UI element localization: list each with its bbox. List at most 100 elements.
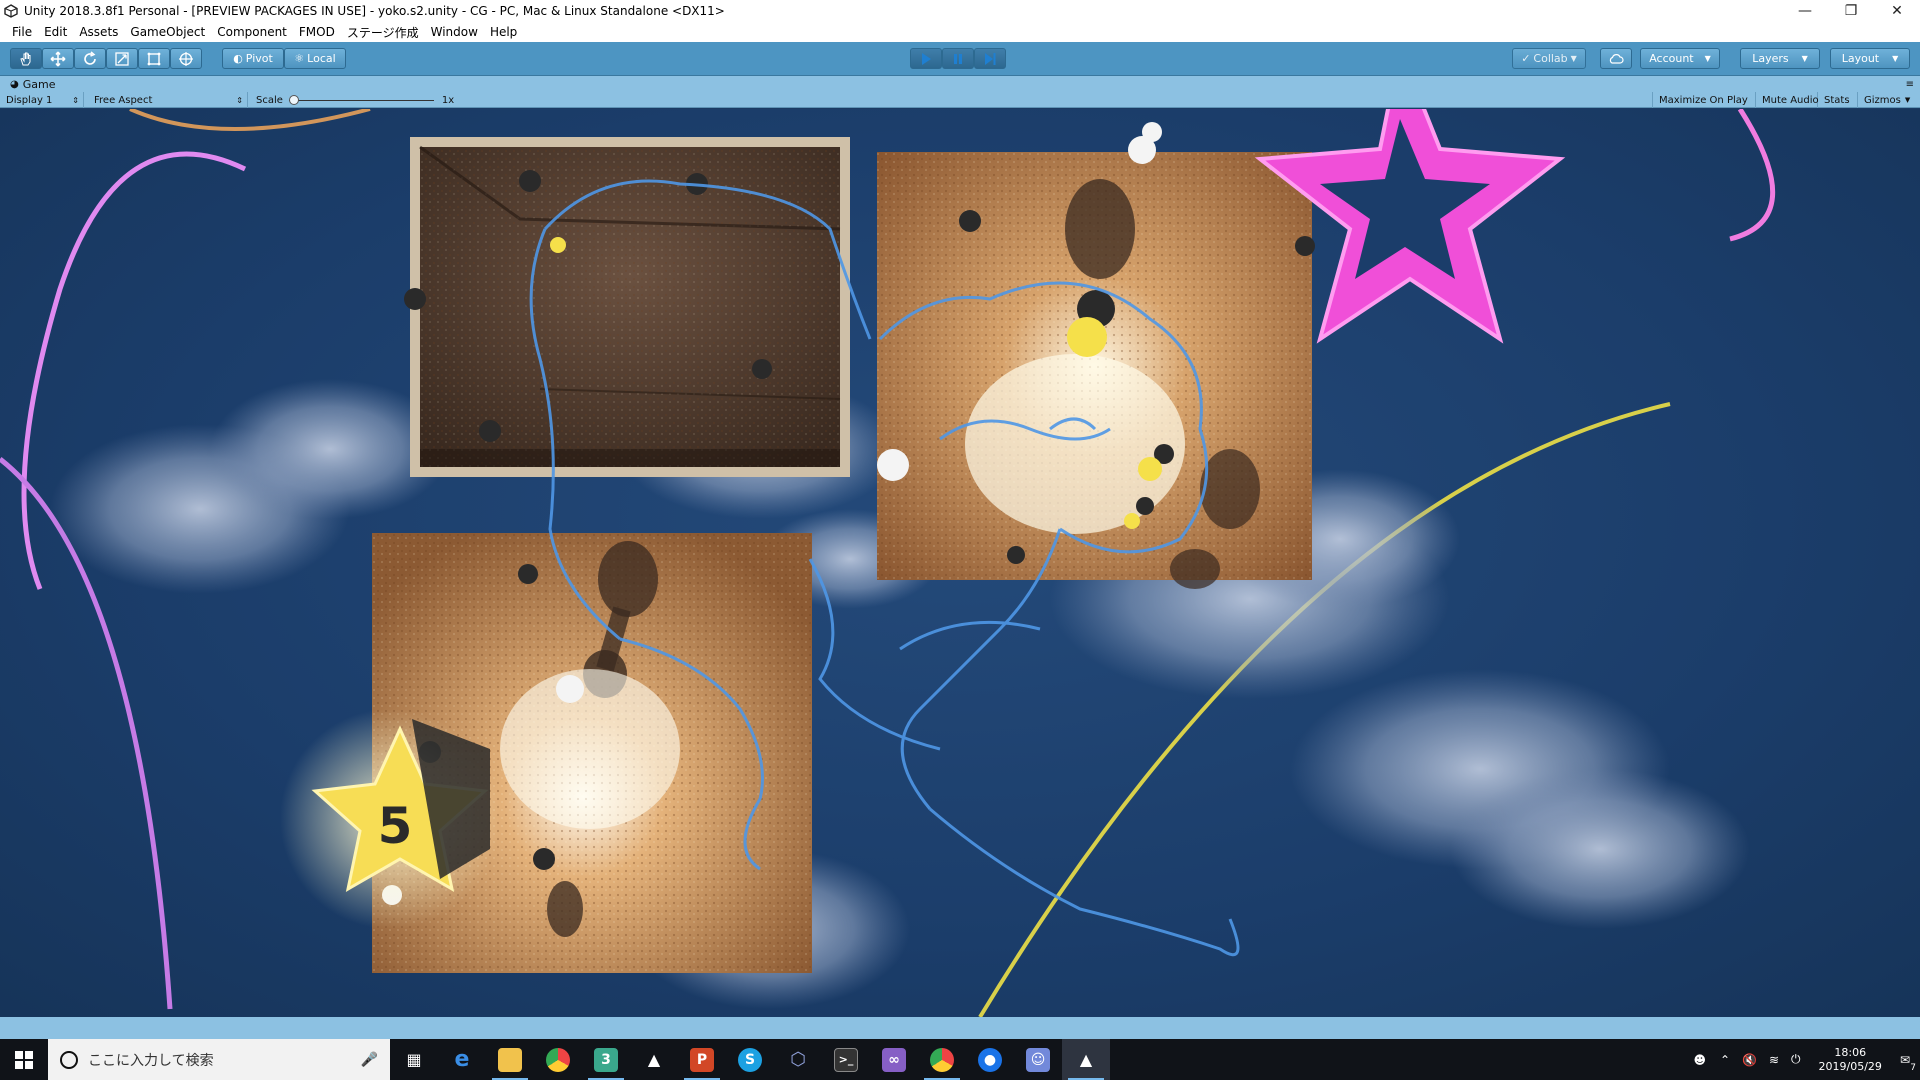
window-title: Unity 2018.3.8f1 Personal - [PREVIEW PAC… [24, 4, 725, 18]
display-label: Display 1 [6, 94, 53, 106]
chevron-down-icon: ▼ [1904, 96, 1911, 104]
aspect-label: Free Aspect [94, 94, 153, 106]
mute-audio-toggle[interactable]: Mute Audio [1756, 92, 1819, 108]
menu-bar: File Edit Assets GameObject Component FM… [0, 22, 1920, 42]
tab-game[interactable]: ◕ Game [0, 78, 55, 91]
collab-label: Collab [1533, 52, 1568, 65]
clock[interactable]: 18:06 2019/05/29 [1819, 1046, 1882, 1074]
minimize-icon[interactable]: — [1782, 0, 1828, 22]
chevron-up-icon[interactable]: ⌃ [1720, 1053, 1730, 1067]
maximize-on-play-toggle[interactable]: Maximize On Play [1652, 92, 1756, 108]
menu-fmod[interactable]: FMOD [293, 25, 341, 39]
scale-slider-thumb[interactable] [288, 95, 299, 105]
notification-icon[interactable]: ✉ 7 [1900, 1053, 1916, 1073]
pivot-button[interactable]: ◐ Pivot [222, 48, 284, 69]
discord-icon[interactable]: ☺ [1014, 1039, 1062, 1080]
window-titlebar: Unity 2018.3.8f1 Personal - [PREVIEW PAC… [0, 0, 1920, 22]
gizmos-dropdown[interactable]: Gizmos ▼ [1858, 92, 1920, 108]
powerpoint-icon[interactable]: P [678, 1039, 726, 1080]
display-dropdown[interactable]: Display 1 ⇕ [0, 92, 84, 108]
panel-menu-icon[interactable]: ≡ [1906, 79, 1914, 90]
menu-assets[interactable]: Assets [73, 25, 124, 39]
task-view-icon[interactable]: ▦ [390, 1039, 438, 1080]
chevron-down-icon: ▼ [1570, 54, 1577, 63]
game-pacman-icon: ◕ [10, 78, 19, 90]
scale-value: 1x [441, 94, 455, 106]
terminal-icon[interactable]: >_ [822, 1039, 870, 1080]
step-icon[interactable] [974, 48, 1006, 69]
layout-dropdown[interactable]: Layout ▼ [1830, 48, 1910, 69]
account-label: Account [1649, 52, 1694, 65]
scale-slider[interactable] [288, 95, 434, 105]
restore-icon[interactable]: ❐ [1828, 0, 1874, 22]
collab-button[interactable]: ✓ Collab ▼ [1512, 48, 1586, 69]
cork-board-right [877, 152, 1312, 589]
rect-tool-icon[interactable] [138, 48, 170, 69]
scale-control: Scale 1x [250, 92, 470, 108]
windows-taskbar: ここに入力して検索 🎤 ▦ e 3 ▲ P S ⬡ >_ ∞ ● ☺ ▲ ☻ ⌃… [0, 1039, 1920, 1080]
cloud-icon[interactable] [1600, 48, 1632, 69]
wooden-box-board [410, 137, 850, 477]
menu-help[interactable]: Help [484, 25, 523, 39]
move-tool-icon[interactable] [42, 48, 74, 69]
scale-tool-icon[interactable] [106, 48, 138, 69]
updown-icon: ⇕ [72, 95, 79, 105]
wifi-icon[interactable]: ≋ [1769, 1053, 1779, 1067]
updown-icon: ⇕ [236, 95, 243, 105]
visual-studio-icon[interactable]: ∞ [870, 1039, 918, 1080]
menu-gameobject[interactable]: GameObject [124, 25, 211, 39]
maps-icon[interactable]: ● [966, 1039, 1014, 1080]
main-toolbar: ◐ Pivot ⚛ Local ✓ Collab ▼ Account ▼ Layers ▼ … [0, 42, 1920, 76]
aspect-dropdown[interactable]: Free Aspect ⇕ [88, 92, 248, 108]
unity-editor-icon[interactable]: ▲ [1062, 1039, 1110, 1080]
star-number: 5 [377, 797, 413, 855]
app-hexagon-icon[interactable]: ⬡ [774, 1039, 822, 1080]
menu-edit[interactable]: Edit [38, 25, 73, 39]
clock-time: 18:06 [1834, 1045, 1867, 1059]
game-scene [0, 109, 1775, 1017]
layers-dropdown[interactable]: Layers ▼ [1740, 48, 1820, 69]
menu-stage-create[interactable]: ステージ作成 [341, 24, 425, 41]
layers-label: Layers [1752, 52, 1789, 65]
pivot-label: Pivot [245, 52, 273, 65]
game-viewport[interactable]: 5 [0, 109, 1920, 1017]
play-icon[interactable] [910, 48, 942, 69]
unity-logo-icon [4, 4, 18, 18]
notification-count: 7 [1910, 1062, 1916, 1073]
maximize-label: Maximize On Play [1659, 94, 1748, 106]
rotate-tool-icon[interactable] [74, 48, 106, 69]
cortana-circle-icon [60, 1050, 78, 1069]
microphone-icon[interactable]: 🎤 [361, 1052, 378, 1068]
skype-icon[interactable]: S [726, 1039, 774, 1080]
edge-icon[interactable]: e [438, 1039, 486, 1080]
menu-component[interactable]: Component [211, 25, 293, 39]
power-icon[interactable]: ⏻ [1791, 1052, 1801, 1067]
app-green-icon[interactable]: 3 [582, 1039, 630, 1080]
system-tray: ☻ ⌃ 🔇 ≋ ⏻ 18:06 2019/05/29 ✉ 7 [1685, 1039, 1920, 1080]
layout-label: Layout [1841, 52, 1880, 65]
chevron-down-icon: ▼ [1801, 54, 1808, 63]
hand-tool-icon[interactable] [10, 48, 42, 69]
game-tab-bar: ◕ Game ≡ [0, 76, 1920, 92]
chrome-icon-2[interactable] [918, 1039, 966, 1080]
pause-icon[interactable] [942, 48, 974, 69]
unity-hub-icon[interactable]: ▲ [630, 1039, 678, 1080]
scale-label: Scale [256, 94, 283, 106]
close-icon[interactable]: ✕ [1874, 0, 1920, 22]
stats-toggle[interactable]: Stats [1818, 92, 1858, 108]
menu-window[interactable]: Window [425, 25, 484, 39]
speaker-muted-icon[interactable]: 🔇 [1742, 1053, 1757, 1067]
local-button[interactable]: ⚛ Local [284, 48, 346, 69]
transform-tool-icon[interactable] [170, 48, 202, 69]
taskbar-search[interactable]: ここに入力して検索 🎤 [48, 1039, 390, 1080]
mute-label: Mute Audio [1762, 94, 1819, 106]
chevron-down-icon: ▼ [1704, 54, 1711, 63]
game-tab-label: Game [22, 77, 56, 91]
account-dropdown[interactable]: Account ▼ [1640, 48, 1720, 69]
chrome-icon[interactable] [534, 1039, 582, 1080]
people-icon[interactable]: ☻ [1693, 1053, 1706, 1067]
file-explorer-icon[interactable] [486, 1039, 534, 1080]
search-placeholder: ここに入力して検索 [88, 1052, 214, 1069]
windows-start-icon[interactable] [0, 1039, 48, 1080]
menu-file[interactable]: File [6, 25, 38, 39]
